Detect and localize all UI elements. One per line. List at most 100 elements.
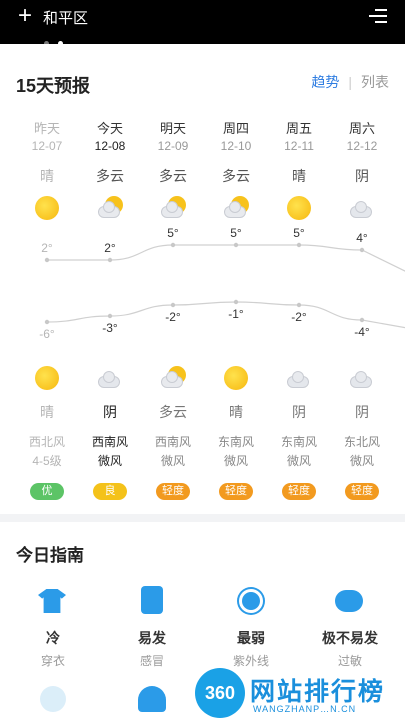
medicine-icon[interactable] <box>137 586 167 616</box>
wind-direction: 西北风 <box>28 435 65 449</box>
night-condition: 阴 <box>355 404 369 420</box>
watermark-text: 网站排行榜 <box>250 678 386 706</box>
sun-icon <box>35 366 59 390</box>
uv-icon[interactable] <box>236 586 266 616</box>
partly-cloudy-icon <box>161 366 187 392</box>
air-quality-badge[interactable]: 轻度 <box>219 483 253 500</box>
wind-level: 4-5级 <box>32 454 62 468</box>
wind-direction: 东北风 <box>343 435 380 449</box>
tab-list[interactable]: 列表 <box>361 74 389 90</box>
sun-icon <box>224 366 248 390</box>
temp-point <box>170 242 176 248</box>
cloud-icon <box>98 366 124 392</box>
night-condition: 晴 <box>229 404 243 420</box>
day-condition: 多云 <box>222 168 250 184</box>
day-name[interactable]: 周四 <box>205 118 267 137</box>
view-tabs: 趋势 | 列表 <box>311 72 389 92</box>
wind-level: 微风 <box>286 454 311 468</box>
watermark: 360 网站排行榜 WANGZHANP…N.CN <box>195 666 405 720</box>
location-title[interactable]: 和平区 <box>43 7 88 28</box>
partly-cloudy-icon <box>224 196 250 222</box>
guide-value: 最弱 <box>237 630 265 646</box>
temp-point <box>233 299 239 305</box>
guide-value: 易发 <box>138 630 166 646</box>
shirt-icon-shape <box>38 589 66 613</box>
partly-cloudy-icon <box>98 196 124 222</box>
air-quality-badge[interactable]: 轻度 <box>156 483 190 500</box>
watermark-badge: 360 <box>195 668 245 718</box>
wind-level: 微风 <box>97 454 122 468</box>
day-name[interactable]: 今天 <box>79 118 141 137</box>
cloud-part <box>166 371 178 383</box>
temp-point <box>359 317 365 323</box>
day-name[interactable]: 昨天 <box>16 118 78 137</box>
wind-direction: 东南风 <box>280 435 317 449</box>
temperature-trend-chart <box>44 242 405 329</box>
day-condition: 阴 <box>355 168 369 184</box>
settings-menu-icon[interactable] <box>369 9 387 23</box>
cloud-part <box>103 201 115 213</box>
day-date: 12-07 <box>31 139 63 153</box>
wind-direction: 西南风 <box>154 435 191 449</box>
medicine-icon-shape <box>141 586 163 614</box>
night-condition: 多云 <box>159 404 187 420</box>
guide-title: 今日指南 <box>16 546 84 565</box>
cloud-part <box>166 201 178 213</box>
wind-level: 微风 <box>223 454 248 468</box>
wind-direction: 西南风 <box>91 435 128 449</box>
sun-icon <box>287 196 311 220</box>
day-name[interactable]: 周五 <box>268 118 330 137</box>
shirt-icon[interactable] <box>38 586 68 616</box>
air-quality-badge[interactable]: 轻度 <box>282 483 316 500</box>
day-condition: 多云 <box>159 168 187 184</box>
umbrella-icon <box>138 686 166 712</box>
mask-icon[interactable] <box>335 586 365 616</box>
cloud-icon <box>350 366 376 392</box>
cloud-icon <box>287 366 313 392</box>
cloud-part <box>355 371 367 383</box>
air-quality-badge[interactable]: 优 <box>30 483 64 500</box>
day-date: 12-09 <box>157 139 189 153</box>
temp-point <box>233 242 239 248</box>
temp-point <box>359 247 365 253</box>
temp-point <box>44 319 50 325</box>
day-condition: 晴 <box>40 168 54 184</box>
uv-icon-shape <box>242 592 260 610</box>
add-city-icon[interactable]: + <box>18 4 32 28</box>
guide-value: 极不易发 <box>322 630 378 646</box>
sun-icon <box>35 196 59 220</box>
day-condition: 多云 <box>96 168 124 184</box>
cloud-part <box>229 201 241 213</box>
cloud-part <box>355 201 367 213</box>
forecast-title: 15天预报 <box>16 76 91 96</box>
temp-point <box>296 302 302 308</box>
day-date: 12-12 <box>346 139 378 153</box>
tab-trend[interactable]: 趋势 <box>311 74 339 90</box>
night-condition: 阴 <box>103 404 117 420</box>
watermark-sub: WANGZHANP…N.CN <box>253 704 357 714</box>
mask-icon-shape <box>335 590 363 612</box>
day-date: 12-10 <box>220 139 252 153</box>
day-date: 12-08 <box>94 139 126 153</box>
low-temp-line <box>46 301 405 329</box>
cloud-part <box>103 371 115 383</box>
high-temp-line <box>46 244 405 272</box>
temp-point <box>107 257 113 263</box>
leaf-icon <box>40 686 66 712</box>
air-quality-badge[interactable]: 良 <box>93 483 127 500</box>
top-bar: + 和平区 <box>0 0 405 46</box>
temp-point <box>170 302 176 308</box>
day-name[interactable]: 周六 <box>331 118 393 137</box>
cloud-icon <box>350 196 376 222</box>
cloud-part <box>292 371 304 383</box>
day-date: 12-11 <box>284 139 314 153</box>
wind-level: 微风 <box>349 454 374 468</box>
day-condition: 晴 <box>292 168 306 184</box>
wind-direction: 东南风 <box>217 435 254 449</box>
partly-cloudy-icon <box>161 196 187 222</box>
air-quality-badge[interactable]: 轻度 <box>345 483 379 500</box>
tab-separator: | <box>348 74 352 90</box>
wind-level: 微风 <box>160 454 185 468</box>
day-name[interactable]: 明天 <box>142 118 204 137</box>
guide-label: 穿衣 <box>40 654 65 668</box>
